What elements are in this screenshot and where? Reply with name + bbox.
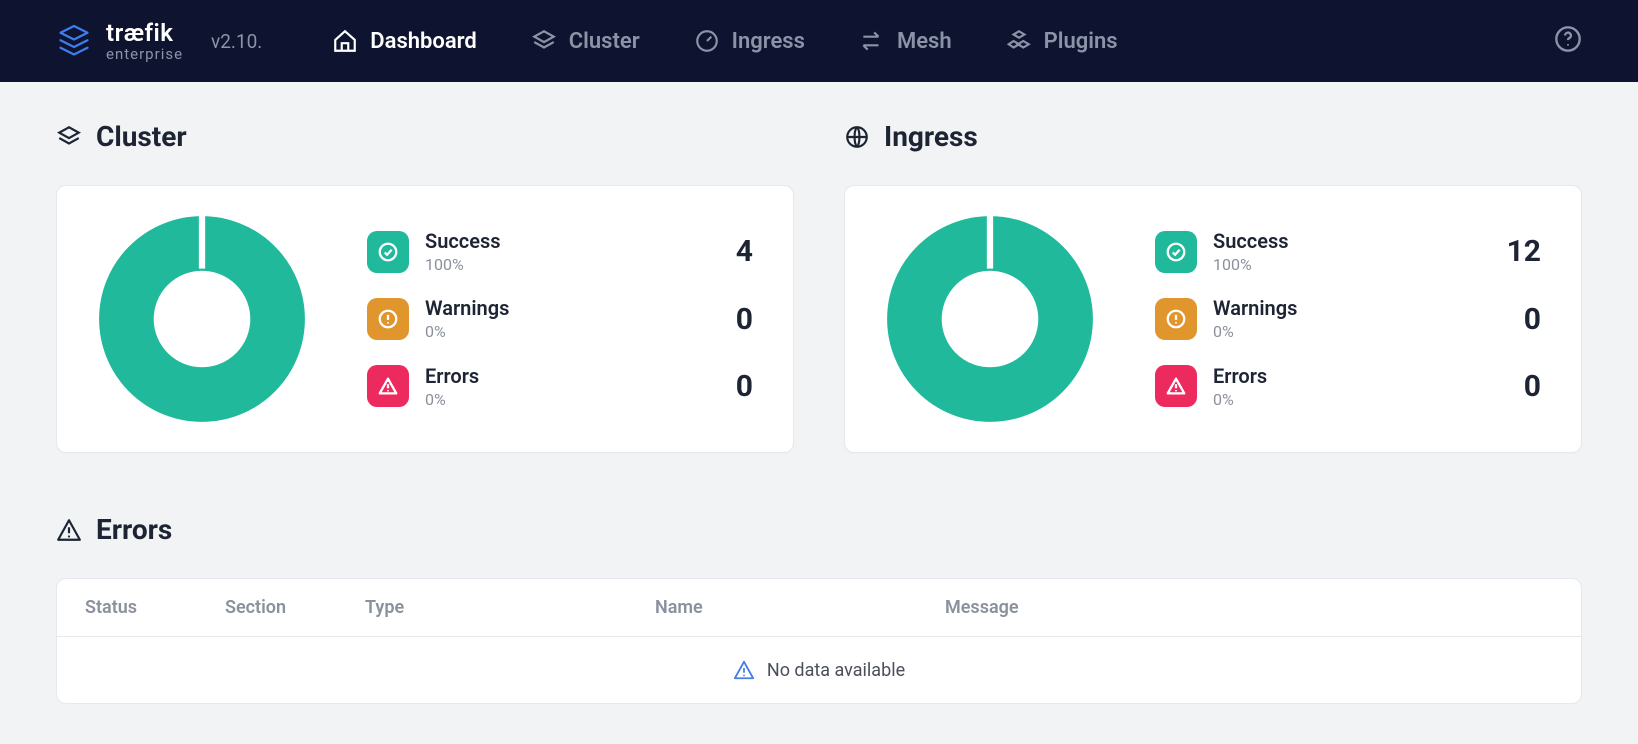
nav-ingress-label: Ingress: [732, 29, 805, 54]
nav-dashboard-label: Dashboard: [370, 29, 476, 54]
ingress-warnings-label: Warnings: [1213, 296, 1297, 320]
cluster-donut: [97, 214, 307, 424]
ingress-title-text: Ingress: [884, 120, 978, 153]
cluster-errors-row: Errors 0% 0: [367, 364, 753, 409]
cluster-success-value: 4: [736, 234, 753, 269]
success-icon: [1155, 231, 1197, 273]
home-icon: [332, 28, 358, 54]
errors-table-header: Status Section Type Name Message: [57, 579, 1581, 637]
overview-row: Cluster Success 10: [56, 120, 1582, 453]
brand-name: træfik: [106, 21, 183, 45]
cluster-success-label: Success: [425, 229, 501, 253]
ingress-warnings-pct: 0%: [1213, 322, 1297, 341]
ingress-success-pct: 100%: [1213, 255, 1289, 274]
cluster-warnings-value: 0: [736, 302, 753, 337]
cluster-title-text: Cluster: [96, 120, 187, 153]
cluster-title: Cluster: [56, 120, 794, 153]
cluster-errors-label: Errors: [425, 364, 479, 388]
warning-icon: [367, 298, 409, 340]
nav-ingress[interactable]: Ingress: [694, 28, 805, 54]
nav-mesh-label: Mesh: [897, 29, 952, 54]
ingress-title: Ingress: [844, 120, 1582, 153]
help-icon: [1554, 25, 1582, 53]
ingress-errors-pct: 0%: [1213, 390, 1267, 409]
nav-dashboard[interactable]: Dashboard: [332, 28, 476, 54]
errors-table: Status Section Type Name Message No data…: [56, 578, 1582, 704]
topbar: træfik enterprise v2.10. Dashboard Clust…: [0, 0, 1638, 82]
ingress-success-row: Success 100% 12: [1155, 229, 1541, 274]
layers-icon: [531, 28, 557, 54]
error-icon: [367, 365, 409, 407]
cluster-card: Success 100% 4 Warnings 0% 0: [56, 185, 794, 453]
errors-title-text: Errors: [96, 513, 172, 546]
nav-plugins[interactable]: Plugins: [1006, 28, 1118, 54]
cluster-errors-pct: 0%: [425, 390, 479, 409]
brand-text: træfik enterprise: [106, 21, 183, 62]
ingress-warnings-row: Warnings 0% 0: [1155, 296, 1541, 341]
col-type[interactable]: Type: [365, 597, 655, 618]
cluster-warnings-pct: 0%: [425, 322, 509, 341]
nav-mesh[interactable]: Mesh: [859, 28, 952, 54]
ingress-donut: [885, 214, 1095, 424]
brand-subtitle: enterprise: [106, 47, 183, 62]
errors-empty-text: No data available: [767, 660, 905, 681]
ingress-column: Ingress Success 10: [844, 120, 1582, 453]
cubes-icon: [1006, 28, 1032, 54]
success-icon: [367, 231, 409, 273]
ingress-errors-label: Errors: [1213, 364, 1267, 388]
col-message[interactable]: Message: [945, 597, 1553, 618]
errors-table-empty: No data available: [57, 637, 1581, 703]
col-status[interactable]: Status: [85, 597, 225, 618]
cluster-success-row: Success 100% 4: [367, 229, 753, 274]
nav-plugins-label: Plugins: [1044, 29, 1118, 54]
cluster-success-pct: 100%: [425, 255, 501, 274]
error-icon: [1155, 365, 1197, 407]
ingress-errors-value: 0: [1524, 369, 1541, 404]
brand[interactable]: træfik enterprise v2.10.: [56, 21, 262, 62]
main-nav: Dashboard Cluster Ingress Mesh Plugins: [332, 28, 1117, 54]
warning-icon: [1155, 298, 1197, 340]
cluster-warnings-label: Warnings: [425, 296, 509, 320]
ingress-warnings-value: 0: [1524, 302, 1541, 337]
gauge-icon: [694, 28, 720, 54]
errors-section: Errors Status Section Type Name Message …: [56, 513, 1582, 704]
traefik-logo-icon: [56, 23, 92, 59]
help-button[interactable]: [1554, 25, 1582, 57]
ingress-success-label: Success: [1213, 229, 1289, 253]
cluster-stats: Success 100% 4 Warnings 0% 0: [367, 229, 753, 409]
ingress-errors-row: Errors 0% 0: [1155, 364, 1541, 409]
layers-icon: [56, 124, 82, 150]
page-content: Cluster Success 10: [0, 82, 1638, 744]
ingress-stats: Success 100% 12 Warnings 0% 0: [1155, 229, 1541, 409]
col-name[interactable]: Name: [655, 597, 945, 618]
col-section[interactable]: Section: [225, 597, 365, 618]
ingress-success-value: 12: [1507, 234, 1541, 269]
cluster-errors-value: 0: [736, 369, 753, 404]
errors-title: Errors: [56, 513, 1582, 546]
alert-triangle-icon: [56, 517, 82, 543]
nav-cluster-label: Cluster: [569, 29, 640, 54]
swap-icon: [859, 28, 885, 54]
nav-cluster[interactable]: Cluster: [531, 28, 640, 54]
ingress-card: Success 100% 12 Warnings 0% 0: [844, 185, 1582, 453]
info-triangle-icon: [733, 659, 755, 681]
cluster-warnings-row: Warnings 0% 0: [367, 296, 753, 341]
cluster-column: Cluster Success 10: [56, 120, 794, 453]
version-label: v2.10.: [211, 30, 262, 53]
globe-icon: [844, 124, 870, 150]
